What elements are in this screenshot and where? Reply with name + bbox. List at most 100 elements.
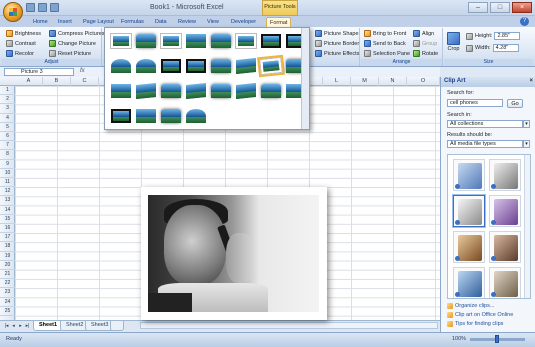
- clip-result-thumb[interactable]: [489, 195, 521, 227]
- tab-data[interactable]: Data: [152, 17, 170, 27]
- style-perspective-right[interactable]: [236, 82, 256, 100]
- column-header[interactable]: A: [15, 77, 43, 86]
- zoom-level[interactable]: 100%: [452, 336, 466, 342]
- width-input[interactable]: 4.28": [492, 44, 519, 52]
- style-compound-frame[interactable]: [136, 109, 156, 123]
- tab-page-layout[interactable]: Page Layout: [80, 17, 117, 27]
- row-header[interactable]: 10: [0, 169, 15, 178]
- maximize-button[interactable]: □: [490, 2, 510, 13]
- change-picture-button[interactable]: Change Picture: [49, 40, 96, 47]
- next-sheet-icon[interactable]: ▸: [17, 323, 24, 330]
- style-reflected-rounded[interactable]: [211, 34, 231, 48]
- contrast-button[interactable]: Contrast: [6, 40, 36, 47]
- tips-link[interactable]: Tips for finding clips: [455, 321, 503, 327]
- column-header[interactable]: B: [43, 77, 71, 86]
- chevron-down-icon[interactable]: ▾: [523, 140, 530, 148]
- row-header[interactable]: 3: [0, 104, 15, 114]
- search-in-select[interactable]: All collections: [447, 120, 523, 128]
- row-header[interactable]: 25: [0, 307, 15, 316]
- style-perspective[interactable]: [236, 57, 256, 75]
- row-header[interactable]: 6: [0, 132, 15, 142]
- row-header[interactable]: 4: [0, 114, 15, 123]
- tab-view[interactable]: View: [204, 17, 222, 27]
- minimize-button[interactable]: –: [468, 2, 488, 13]
- style-reflected-bevel[interactable]: [211, 84, 231, 98]
- close-button[interactable]: ×: [512, 2, 532, 13]
- height-input[interactable]: 2.85": [494, 32, 521, 40]
- row-header[interactable]: 11: [0, 178, 15, 188]
- group-button[interactable]: Group: [413, 40, 437, 47]
- row-header[interactable]: 8: [0, 150, 15, 160]
- horizontal-scrollbar[interactable]: [140, 322, 438, 329]
- row-header[interactable]: 15: [0, 215, 15, 224]
- organize-clips-link[interactable]: Organize clips...: [455, 303, 494, 309]
- tab-format[interactable]: Format: [266, 17, 292, 27]
- clip-search-input[interactable]: cell phones: [447, 99, 503, 107]
- row-header[interactable]: 19: [0, 252, 15, 261]
- office-button[interactable]: [3, 2, 23, 22]
- undo-icon[interactable]: [38, 3, 47, 12]
- style-rotated-white[interactable]: [257, 54, 285, 78]
- insert-sheet-icon[interactable]: [110, 321, 124, 331]
- style-thick-matte[interactable]: [161, 34, 181, 48]
- style-metal-oval[interactable]: [186, 109, 206, 123]
- clip-results-scrollbar[interactable]: [524, 155, 530, 298]
- redo-icon[interactable]: [50, 3, 59, 12]
- clip-result-thumb[interactable]: [489, 267, 521, 298]
- row-header[interactable]: 1: [0, 86, 15, 96]
- style-perspective-left[interactable]: [186, 82, 206, 100]
- picture-effects-button[interactable]: Picture Effects: [315, 50, 359, 57]
- style-double-frame[interactable]: [186, 59, 206, 73]
- results-type-select[interactable]: All media file types: [447, 140, 523, 148]
- last-sheet-icon[interactable]: ▸|: [24, 323, 31, 330]
- style-relaxed-perspective[interactable]: [136, 82, 156, 100]
- rotate-button[interactable]: Rotate: [413, 50, 438, 57]
- save-icon[interactable]: [26, 3, 35, 12]
- help-icon[interactable]: ?: [520, 17, 529, 26]
- row-header[interactable]: 12: [0, 187, 15, 197]
- compress-pictures-button[interactable]: Compress Pictures: [49, 30, 104, 37]
- style-simple-frame[interactable]: [236, 34, 256, 48]
- reset-picture-button[interactable]: Reset Picture: [49, 50, 91, 57]
- style-moderate-frame[interactable]: [111, 84, 131, 98]
- style-bevel-rectangle[interactable]: [261, 84, 281, 98]
- row-header[interactable]: 2: [0, 95, 15, 105]
- chevron-down-icon[interactable]: ▾: [523, 120, 530, 128]
- row-header[interactable]: 22: [0, 279, 15, 289]
- column-header[interactable]: M: [351, 77, 379, 86]
- column-header[interactable]: C: [71, 77, 99, 86]
- recolor-button[interactable]: Recolor: [6, 50, 34, 57]
- inserted-picture[interactable]: [141, 187, 327, 320]
- style-oval[interactable]: [111, 59, 131, 73]
- row-header[interactable]: 24: [0, 298, 15, 307]
- style-drop-shadow[interactable]: [186, 34, 206, 48]
- style-thick-black[interactable]: [111, 109, 131, 123]
- style-simple-frame-white[interactable]: [111, 34, 131, 48]
- clip-result-thumb[interactable]: [453, 231, 485, 263]
- clip-result-thumb[interactable]: [489, 159, 521, 191]
- brightness-button[interactable]: Brightness: [6, 30, 41, 37]
- picture-border-button[interactable]: Picture Border: [315, 40, 359, 47]
- clip-result-thumb[interactable]: [453, 195, 485, 227]
- close-icon[interactable]: ×: [529, 78, 533, 84]
- style-bevel-perspective[interactable]: [161, 84, 181, 98]
- prev-sheet-icon[interactable]: ◂: [10, 323, 17, 330]
- row-header[interactable]: 14: [0, 206, 15, 215]
- style-reflected-soft[interactable]: [161, 109, 181, 123]
- clip-result-thumb[interactable]: [453, 267, 485, 298]
- tab-review[interactable]: Review: [175, 17, 199, 27]
- style-soft-edge[interactable]: [136, 34, 156, 48]
- picture-shape-button[interactable]: Picture Shape: [315, 30, 359, 37]
- clip-art-online-link[interactable]: Clip art on Office Online: [455, 312, 513, 318]
- tab-home[interactable]: Home: [30, 17, 51, 27]
- style-frame-black[interactable]: [261, 34, 281, 48]
- style-thick-frame-black[interactable]: [161, 59, 181, 73]
- function-icon[interactable]: fx: [80, 68, 90, 76]
- column-header[interactable]: O: [407, 77, 440, 86]
- name-box[interactable]: Picture 3: [4, 68, 74, 76]
- row-header[interactable]: 23: [0, 288, 15, 298]
- row-header[interactable]: 16: [0, 224, 15, 234]
- row-header[interactable]: 5: [0, 123, 15, 132]
- sheet-tab-sheet1[interactable]: Sheet1: [33, 321, 64, 331]
- row-header[interactable]: 7: [0, 141, 15, 151]
